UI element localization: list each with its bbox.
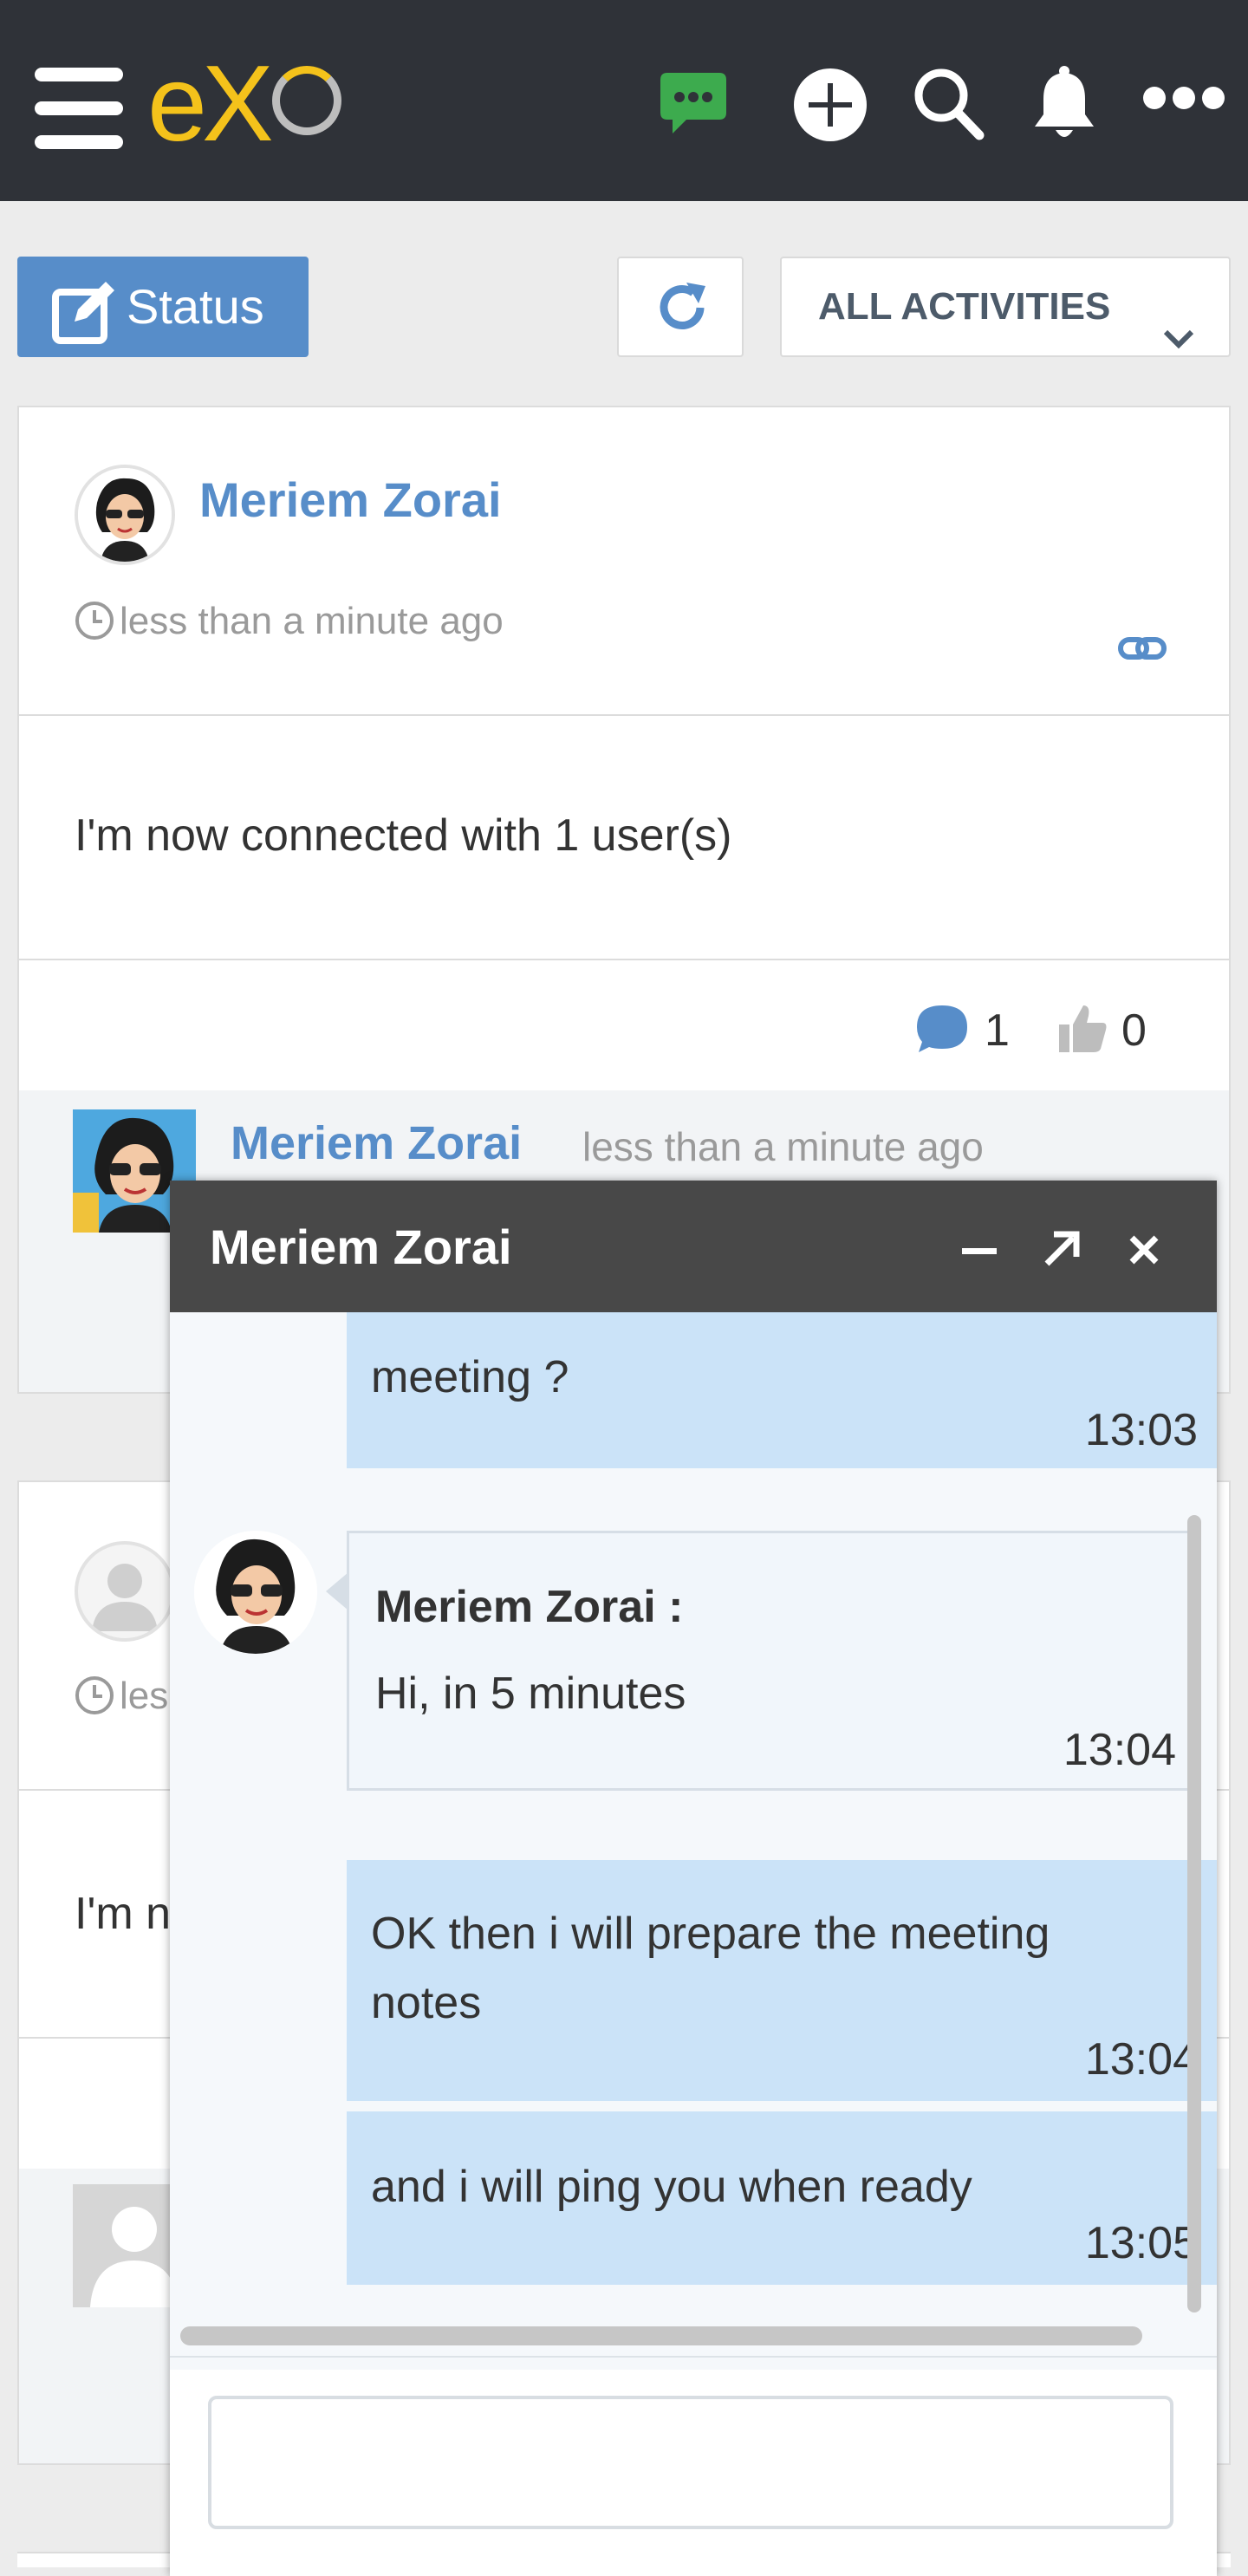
chat-message-time: 13:05 [1084, 2218, 1198, 2268]
link-icon[interactable] [1118, 634, 1167, 667]
refresh-button[interactable] [617, 257, 744, 357]
search-icon[interactable] [912, 66, 985, 145]
like-count-button[interactable]: 0 [1057, 1004, 1147, 1057]
activity-body-text: I'm now connected with 1 user(s) [75, 810, 732, 861]
chat-message-text: meeting ? [371, 1352, 569, 1402]
expand-icon[interactable] [1043, 1231, 1080, 1272]
activity-time-text: les [120, 1675, 169, 1717]
chat-composer-divider [170, 2356, 1217, 2358]
chat-window-title: Meriem Zorai [210, 1220, 512, 1274]
top-navigation-bar: eX [0, 0, 1248, 201]
chat-message-text: and i will ping you when ready [371, 2162, 972, 2212]
more-icon[interactable] [1142, 83, 1225, 117]
refresh-icon [655, 281, 709, 339]
clock-icon [75, 602, 114, 640]
chat-message-sent: and i will ping you when ready 13:05 [347, 2111, 1217, 2285]
activity-time-text: less than a minute ago [120, 600, 504, 642]
close-icon[interactable] [1128, 1234, 1160, 1270]
chat-message-text-line-2: notes [371, 1978, 482, 2028]
minimize-icon[interactable] [962, 1239, 997, 1265]
comment-count: 1 [985, 1005, 1010, 1056]
chat-sender-avatar [194, 1531, 317, 1654]
divider [19, 959, 1229, 960]
status-button[interactable]: Status [17, 257, 309, 357]
chevron-down-icon [1163, 289, 1194, 387]
chat-message-input[interactable] [208, 2396, 1173, 2529]
avatar[interactable] [75, 1541, 175, 1642]
thumbs-up-icon [1059, 1005, 1107, 1052]
comment-timestamp: less than a minute ago [582, 1124, 984, 1169]
exo-logo[interactable]: eX [147, 50, 364, 158]
chat-window-header[interactable]: Meriem Zorai [170, 1181, 1217, 1312]
comment-author-link[interactable]: Meriem Zorai [231, 1116, 522, 1170]
activity-timestamp: less than a minute ago [75, 600, 504, 643]
chat-messages-area[interactable]: meeting ? 13:03 Meriem Zorai : Hi, in 5 … [170, 1312, 1217, 2370]
chat-bubble-pointer [326, 1572, 348, 1610]
add-icon[interactable] [793, 68, 868, 146]
status-button-label: Status [127, 279, 264, 334]
comment-icon [917, 1005, 967, 1052]
chat-message-sent: meeting ? 13:03 [347, 1312, 1217, 1468]
chat-window: Meriem Zorai meeting ? 13:03 Meriem Zora… [170, 1181, 1217, 2576]
chat-message-time: 13:04 [1063, 1725, 1176, 1775]
chat-vertical-scrollbar[interactable] [1187, 1515, 1201, 2313]
activity-author-link[interactable]: Meriem Zorai [199, 472, 502, 528]
clock-icon [75, 1676, 114, 1714]
edit-icon [52, 277, 116, 378]
notification-bell-icon[interactable] [1031, 66, 1097, 146]
chat-message-time: 13:04 [1084, 2034, 1198, 2085]
activity-filter-dropdown[interactable]: ALL ACTIVITIES [780, 257, 1231, 357]
activity-timestamp: les [75, 1675, 168, 1718]
avatar[interactable] [75, 465, 175, 565]
chat-message-text: Hi, in 5 minutes [375, 1669, 686, 1719]
chat-message-sent: OK then i will prepare the meeting notes… [347, 1860, 1217, 2101]
divider [19, 714, 1229, 716]
comment-count-button[interactable]: 1 [915, 1004, 1010, 1057]
chat-horizontal-scrollbar[interactable] [180, 2326, 1142, 2345]
chat-message-sender: Meriem Zorai : [375, 1582, 684, 1632]
logo-text: eX [147, 44, 274, 164]
activity-body-text: I'm n [75, 1889, 172, 1939]
activity-filter-label: ALL ACTIVITIES [818, 285, 1111, 328]
chat-message-time: 13:03 [1084, 1405, 1198, 1455]
chat-message-text-line-1: OK then i will prepare the meeting [371, 1909, 1050, 1959]
chat-message-received: Meriem Zorai : Hi, in 5 minutes 13:04 [347, 1531, 1196, 1791]
chat-icon[interactable] [660, 73, 726, 140]
menu-icon[interactable] [35, 68, 123, 149]
like-count: 0 [1121, 1005, 1147, 1056]
